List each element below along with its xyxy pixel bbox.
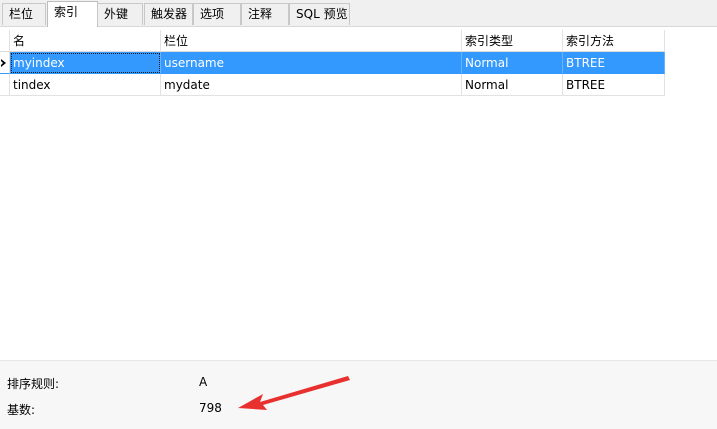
tab-bar: 栏位 索引 外键 触发器 选项 注释 SQL 预览 [0, 0, 717, 27]
header-index-method[interactable]: 索引方法 [563, 30, 665, 52]
header-index-type[interactable]: 索引类型 [462, 30, 563, 52]
tab-fields[interactable]: 栏位 [2, 3, 46, 25]
table-row[interactable]: myindex username Normal BTREE [0, 52, 665, 74]
header-indicator [0, 30, 10, 52]
tab-comments[interactable]: 注释 [241, 3, 289, 25]
header-name[interactable]: 名 [10, 30, 161, 52]
collation-value: A [199, 375, 208, 389]
table-row[interactable]: tindex mydate Normal BTREE [0, 74, 665, 96]
collation-label: 排序规则: [7, 377, 60, 391]
tab-foreign-keys[interactable]: 外键 [97, 3, 143, 25]
grid-header: 名 栏位 索引类型 索引方法 [0, 30, 665, 52]
cell-column[interactable]: mydate [161, 74, 462, 96]
tab-sql-preview[interactable]: SQL 预览 [289, 3, 350, 25]
cell-column[interactable]: username [161, 52, 462, 74]
cell-index-type[interactable]: Normal [462, 52, 563, 74]
cell-name[interactable]: myindex [10, 52, 161, 74]
tab-indexes[interactable]: 索引 [47, 1, 98, 27]
header-column[interactable]: 栏位 [161, 30, 462, 52]
tab-options[interactable]: 选项 [193, 3, 241, 25]
index-properties-panel: 排序规则: A 基数: 798 [0, 361, 717, 429]
current-row-arrow-icon [1, 59, 6, 67]
cell-index-type[interactable]: Normal [462, 74, 563, 96]
cardinality-value: 798 [199, 401, 222, 415]
row-indicator [0, 74, 10, 96]
cell-index-method[interactable]: BTREE [563, 52, 665, 74]
cell-name[interactable]: tindex [10, 74, 161, 96]
cardinality-label: 基数: [7, 403, 36, 417]
row-indicator [0, 52, 10, 74]
annotation-arrow-icon [238, 376, 350, 410]
tab-triggers[interactable]: 触发器 [144, 3, 193, 25]
cell-index-method[interactable]: BTREE [563, 74, 665, 96]
